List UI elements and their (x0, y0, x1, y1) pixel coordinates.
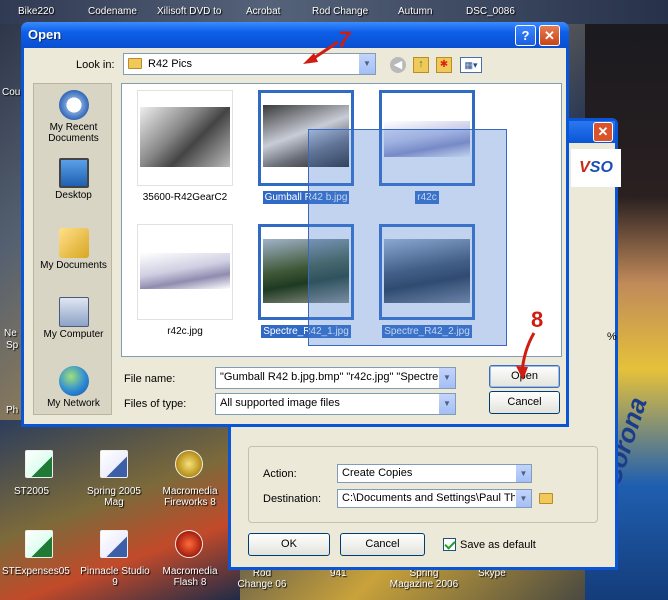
annotation-step-8: 8 (531, 307, 544, 332)
annotation-arrows (303, 40, 536, 380)
annotation-arrowhead-8 (516, 366, 528, 380)
annotation-arrow-8 (520, 332, 536, 373)
annotation-step-7: 7 (338, 27, 351, 52)
annotation-arrowhead-7 (303, 53, 318, 64)
